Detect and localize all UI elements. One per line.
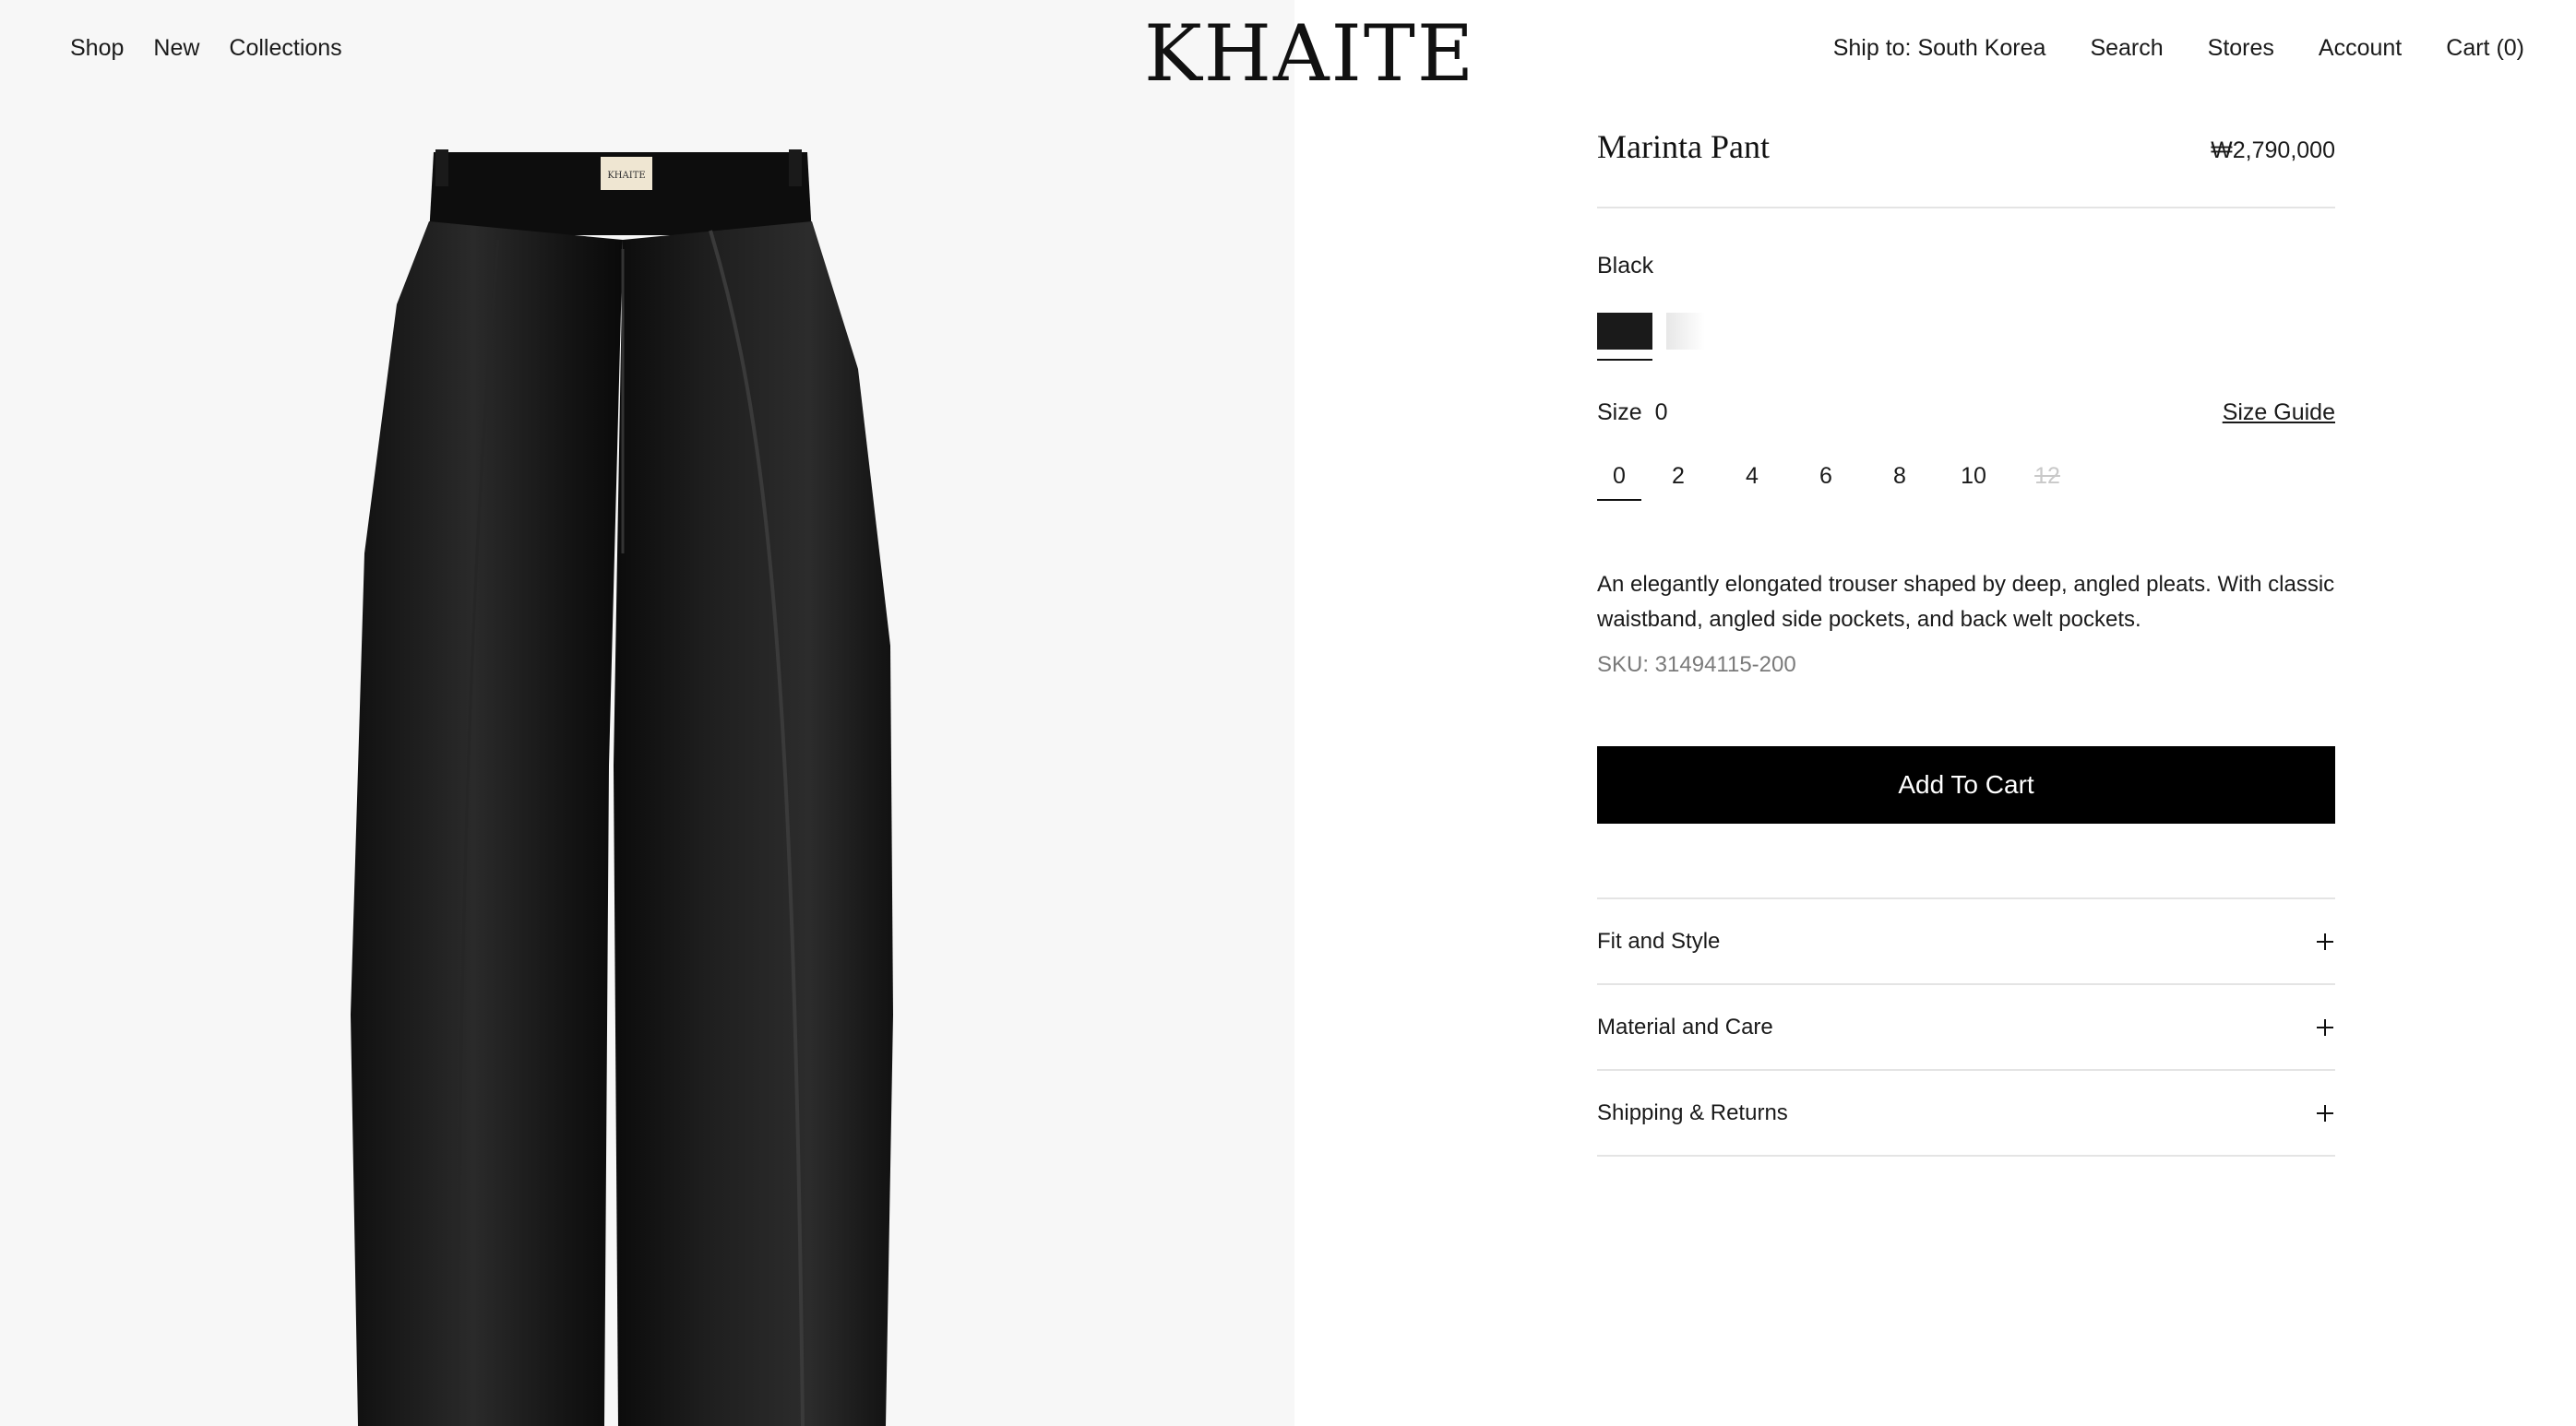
size-label: Size (1597, 399, 1642, 425)
pant-illustration: KHAITE (351, 149, 893, 1426)
size-option-4[interactable]: 4 (1715, 463, 1789, 501)
size-option-12[interactable]: 12 (2010, 463, 2084, 501)
product-sku: SKU: 31494115-200 (1597, 652, 1796, 677)
product-image[interactable]: KHAITE (0, 0, 1294, 1426)
size-label-group: Size 0 (1597, 399, 1668, 426)
ship-to-selector[interactable]: Ship to: South Korea (1833, 35, 2046, 62)
nav-shop[interactable]: Shop (70, 35, 124, 62)
swatch-white[interactable] (1666, 313, 1722, 350)
site-header: Shop New Collections KHAITE Ship to: Sou… (0, 0, 2576, 101)
accordion-material-and-care[interactable]: Material and Care (1597, 985, 2335, 1071)
size-row: Size 0 Size Guide (1597, 399, 2335, 426)
accordion-label: Shipping & Returns (1597, 1099, 1788, 1125)
accordion-label: Material and Care (1597, 1014, 1773, 1040)
info-accordion: Fit and Style Material and Care Shipping… (1597, 897, 2335, 1157)
plus-icon (2317, 933, 2333, 950)
size-option-0[interactable]: 0 (1597, 463, 1641, 501)
size-option-10[interactable]: 10 (1937, 463, 2010, 501)
size-option-6[interactable]: 6 (1789, 463, 1863, 501)
product-description: An elegantly elongated trouser shaped by… (1597, 572, 2335, 632)
nav-cart[interactable]: Cart (0) (2446, 35, 2524, 62)
accordion-label: Fit and Style (1597, 928, 1721, 954)
brand-logo[interactable]: KHAITE (1144, 11, 1473, 97)
color-swatches (1597, 313, 2335, 361)
product-price: ₩2,790,000 (2211, 137, 2335, 163)
accordion-fit-and-style[interactable]: Fit and Style (1597, 899, 2335, 985)
nav-account[interactable]: Account (2319, 35, 2402, 62)
nav-collections[interactable]: Collections (229, 35, 341, 62)
nav-search[interactable]: Search (2090, 35, 2163, 62)
utility-nav: Ship to: South Korea Search Stores Accou… (1833, 35, 2524, 62)
plus-icon (2317, 1018, 2333, 1036)
add-to-cart-button[interactable]: Add To Cart (1597, 746, 2335, 824)
title-row: Marinta Pant ₩2,790,000 (1597, 127, 2335, 208)
primary-nav: Shop New Collections (70, 35, 342, 62)
nav-new[interactable]: New (153, 35, 199, 62)
nav-stores[interactable]: Stores (2208, 35, 2274, 62)
swatch-black[interactable] (1597, 313, 1652, 361)
plus-icon (2317, 1104, 2333, 1122)
label-text: KHAITE (607, 171, 645, 181)
size-option-2[interactable]: 2 (1641, 463, 1715, 501)
product-title: Marinta Pant (1597, 128, 1770, 165)
size-option-8[interactable]: 8 (1863, 463, 1937, 501)
product-details: Marinta Pant ₩2,790,000 Black Size 0 Size… (1597, 127, 2335, 1157)
size-options: 0 2 4 6 8 10 12 (1597, 463, 2335, 501)
color-label: Black (1597, 253, 1654, 279)
size-guide-link[interactable]: Size Guide (2223, 399, 2335, 426)
size-current: 0 (1654, 399, 1668, 425)
accordion-shipping-returns[interactable]: Shipping & Returns (1597, 1071, 2335, 1157)
